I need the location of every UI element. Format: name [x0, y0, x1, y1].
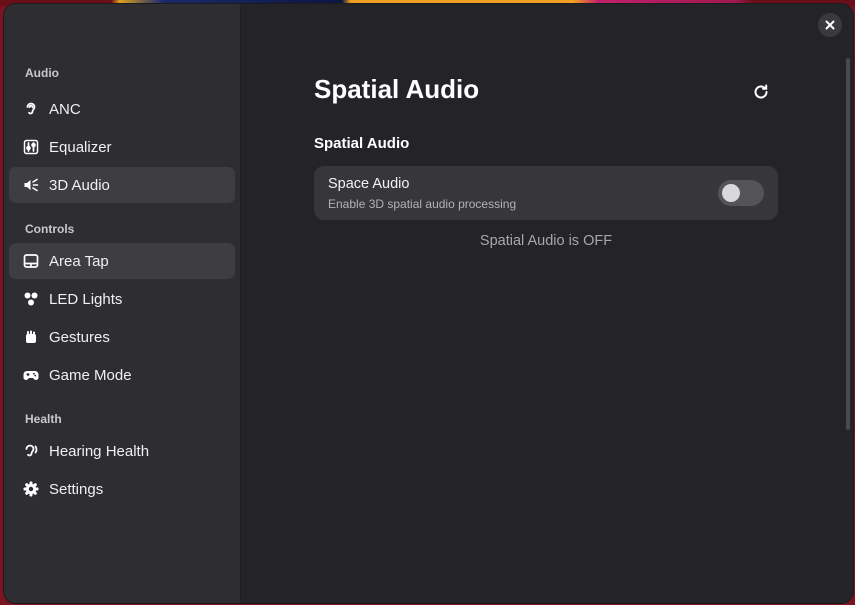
ear-icon — [23, 101, 39, 117]
scrollbar[interactable] — [846, 58, 850, 430]
sidebar-item-label: Area Tap — [49, 252, 109, 270]
gamepad-icon — [23, 367, 39, 383]
gear-icon — [23, 481, 39, 497]
space-audio-toggle[interactable] — [718, 180, 764, 206]
app-window: Audio ANC Equalizer 3D Audio Controls Ar… — [4, 4, 853, 603]
equalizer-icon — [23, 139, 39, 155]
space-audio-title: Space Audio — [328, 176, 410, 192]
hand-icon — [23, 329, 39, 345]
page-title: Spatial Audio — [314, 74, 480, 104]
section-label-audio: Audio — [25, 66, 59, 80]
sidebar-item-gestures[interactable]: Gestures — [9, 319, 235, 355]
touchpad-icon — [23, 253, 39, 269]
space-audio-row: Space Audio Enable 3D spatial audio proc… — [314, 166, 778, 220]
group-title: Spatial Audio — [314, 135, 410, 152]
hearing-icon — [23, 443, 39, 459]
close-button[interactable] — [818, 13, 842, 37]
sidebar-item-area-tap[interactable]: Area Tap — [9, 243, 235, 279]
dots-icon — [23, 291, 39, 307]
speaker-waves-icon — [23, 177, 39, 193]
sidebar-item-label: Hearing Health — [49, 442, 150, 460]
sidebar-item-anc[interactable]: ANC — [9, 91, 235, 127]
close-icon — [825, 20, 835, 30]
section-label-health: Health — [25, 412, 62, 426]
sidebar-item-label: Settings — [49, 480, 104, 498]
sidebar-item-label: 3D Audio — [49, 176, 110, 194]
sidebar-item-equalizer[interactable]: Equalizer — [9, 129, 235, 165]
refresh-icon — [752, 83, 770, 101]
section-label-controls: Controls — [25, 222, 75, 236]
sidebar: Audio ANC Equalizer 3D Audio Controls Ar… — [4, 4, 241, 603]
space-audio-subtitle: Enable 3D spatial audio processing — [328, 197, 517, 211]
sidebar-item-label: Gestures — [49, 328, 110, 346]
sidebar-item-settings[interactable]: Settings — [9, 471, 235, 507]
sidebar-item-label: Game Mode — [49, 366, 132, 384]
sidebar-item-label: ANC — [49, 100, 81, 118]
sidebar-item-label: LED Lights — [49, 290, 123, 308]
sidebar-item-game-mode[interactable]: Game Mode — [9, 357, 235, 393]
sidebar-item-led-lights[interactable]: LED Lights — [9, 281, 235, 317]
sidebar-item-label: Equalizer — [49, 138, 112, 156]
sidebar-item-hearing-health[interactable]: Hearing Health — [9, 433, 235, 469]
refresh-button[interactable] — [749, 80, 773, 104]
main-content: Spatial Audio Spatial Audio Space Audio … — [241, 4, 853, 603]
sidebar-item-3d-audio[interactable]: 3D Audio — [9, 167, 235, 203]
status-text: Spatial Audio is OFF — [479, 233, 613, 249]
toggle-knob — [722, 184, 740, 202]
